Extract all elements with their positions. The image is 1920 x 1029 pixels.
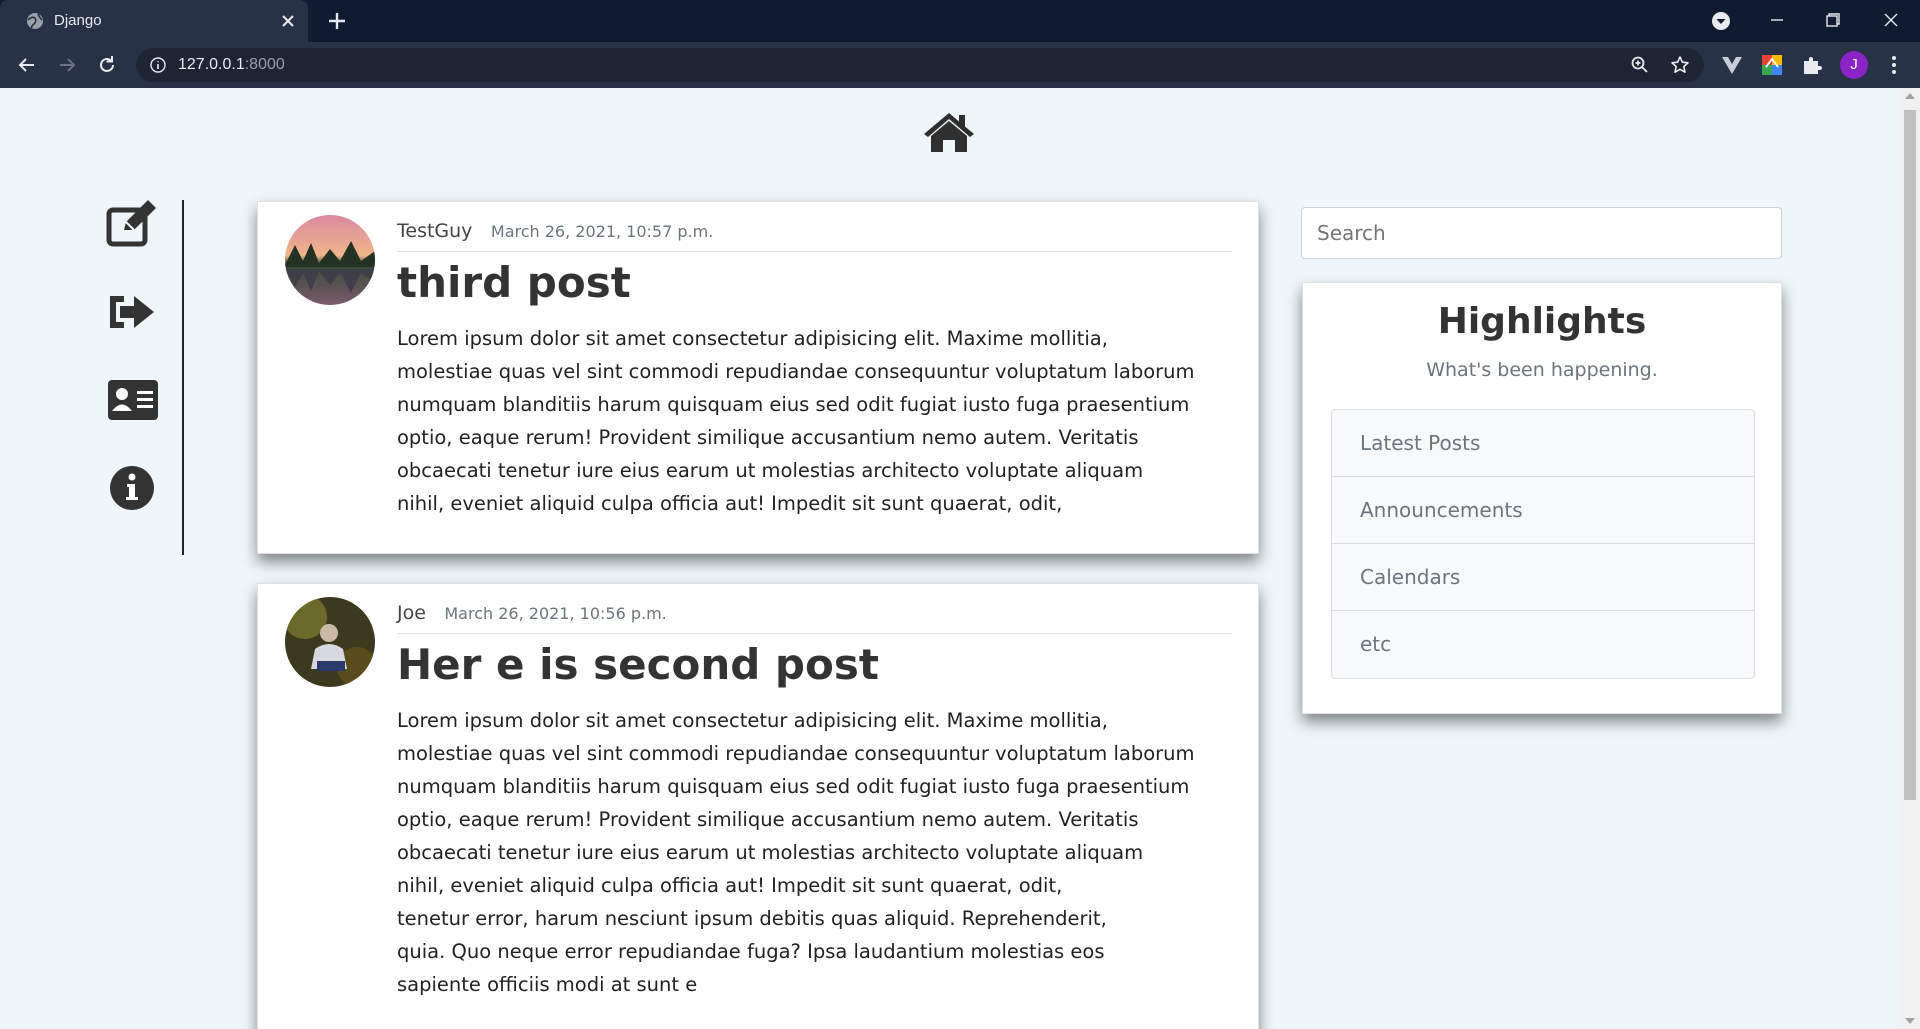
globe-icon <box>27 13 43 29</box>
highlights-subtitle: What's been happening. <box>1426 359 1658 381</box>
post-body-line: quia. Quo neque error repudiandae fuga? … <box>397 940 1105 963</box>
profile-avatar[interactable]: J <box>1840 51 1868 79</box>
extensions-puzzle-icon[interactable] <box>1800 53 1824 77</box>
post-date: March 26, 2021, 10:57 p.m. <box>490 222 714 241</box>
id-card-icon[interactable] <box>106 376 158 424</box>
highlights-item-calendars[interactable]: Calendars <box>1332 544 1754 611</box>
back-icon[interactable] <box>15 53 39 77</box>
address-bar[interactable]: 127.0.0.1:8000 <box>136 48 1704 82</box>
scroll-down-arrow-icon[interactable] <box>1905 1018 1915 1024</box>
restore-icon[interactable] <box>1821 8 1845 32</box>
tab-strip: Django <box>0 0 1920 42</box>
post-body-line: Lorem ipsum dolor sit amet consectetur a… <box>397 327 1108 350</box>
new-tab-icon[interactable] <box>326 10 348 32</box>
post-body: Lorem ipsum dolor sit amet consectetur a… <box>397 322 1197 520</box>
home-icon[interactable] <box>922 110 976 154</box>
color-extension-icon[interactable] <box>1760 53 1784 77</box>
post-body-line: numquam blanditiis harum quisquam eius s… <box>397 393 1190 416</box>
browser-tab[interactable]: Django <box>0 0 308 42</box>
post-body-line: obcaecati tenetur iure eius earum ut mol… <box>397 459 1144 482</box>
tab-title: Django <box>54 12 102 29</box>
post-meta: TestGuy March 26, 2021, 10:57 p.m. <box>397 220 1232 252</box>
menu-dots-icon[interactable] <box>1882 53 1906 77</box>
post-body-line: optio, eaque rerum! Provident similique … <box>397 426 1139 449</box>
close-window-icon[interactable] <box>1879 8 1903 32</box>
post-body-line: molestiae quas vel sint commodi repudian… <box>397 742 1195 765</box>
reload-icon[interactable] <box>95 53 119 77</box>
post-author[interactable]: TestGuy <box>397 220 472 242</box>
post-title[interactable]: Her e is second post <box>397 640 879 689</box>
info-icon[interactable] <box>106 464 158 512</box>
post-body-line: optio, eaque rerum! Provident similique … <box>397 808 1139 831</box>
page-content: TestGuy March 26, 2021, 10:57 p.m. third… <box>0 88 1900 1029</box>
author-avatar[interactable] <box>285 597 375 687</box>
minimize-icon[interactable] <box>1765 8 1789 32</box>
post-author[interactable]: Joe <box>397 602 426 624</box>
highlights-item-etc[interactable]: etc <box>1332 611 1754 678</box>
sign-out-icon[interactable] <box>106 288 158 336</box>
url-host: 127.0.0.1 <box>178 56 245 73</box>
vue-devtools-icon[interactable] <box>1720 53 1744 77</box>
post-date: March 26, 2021, 10:56 p.m. <box>444 604 667 623</box>
site-info-icon[interactable] <box>150 57 166 73</box>
url-port: :8000 <box>244 56 285 73</box>
highlights-panel: Highlights What's been happening. Latest… <box>1302 282 1782 714</box>
post-body-line: numquam blanditiis harum quisquam eius s… <box>397 775 1190 798</box>
highlights-item-latest-posts[interactable]: Latest Posts <box>1332 410 1754 477</box>
post-body-line: obcaecati tenetur iure eius earum ut mol… <box>397 841 1144 864</box>
post-meta: Joe March 26, 2021, 10:56 p.m. <box>397 602 1232 634</box>
tab-search-icon[interactable] <box>1710 10 1732 32</box>
url-text: 127.0.0.1:8000 <box>178 56 285 74</box>
author-avatar[interactable] <box>285 215 375 305</box>
highlights-list: Latest Posts Announcements Calendars etc <box>1331 409 1755 679</box>
search-input[interactable] <box>1301 207 1782 259</box>
highlights-item-announcements[interactable]: Announcements <box>1332 477 1754 544</box>
side-navigation <box>100 200 184 555</box>
post-card: TestGuy March 26, 2021, 10:57 p.m. third… <box>257 201 1259 554</box>
post-body: Lorem ipsum dolor sit amet consectetur a… <box>397 704 1197 1001</box>
browser-toolbar: 127.0.0.1:8000 J <box>0 42 1920 88</box>
forward-icon[interactable] <box>55 53 79 77</box>
post-body-line: tenetur error, harum nesciunt ipsum debi… <box>397 907 1107 930</box>
post-body-line: Lorem ipsum dolor sit amet consectetur a… <box>397 709 1108 732</box>
post-body-line: nihil, eveniet aliquid culpa officia aut… <box>397 874 1063 897</box>
close-tab-icon[interactable] <box>278 11 298 31</box>
bookmark-star-icon[interactable] <box>1670 55 1690 75</box>
zoom-icon[interactable] <box>1630 55 1650 75</box>
scroll-thumb[interactable] <box>1904 110 1916 800</box>
post-title[interactable]: third post <box>397 258 631 307</box>
post-body-line: sapiente officiis modi at sunt e <box>397 973 698 996</box>
post-body-line: molestiae quas vel sint commodi repudian… <box>397 360 1195 383</box>
highlights-title: Highlights <box>1437 301 1647 342</box>
page-scrollbar[interactable] <box>1900 88 1920 1029</box>
scroll-up-arrow-icon[interactable] <box>1905 93 1915 99</box>
edit-icon[interactable] <box>106 200 158 248</box>
post-card: Joe March 26, 2021, 10:56 p.m. Her e is … <box>257 583 1259 1029</box>
post-body-line: nihil, eveniet aliquid culpa officia aut… <box>397 492 1063 515</box>
